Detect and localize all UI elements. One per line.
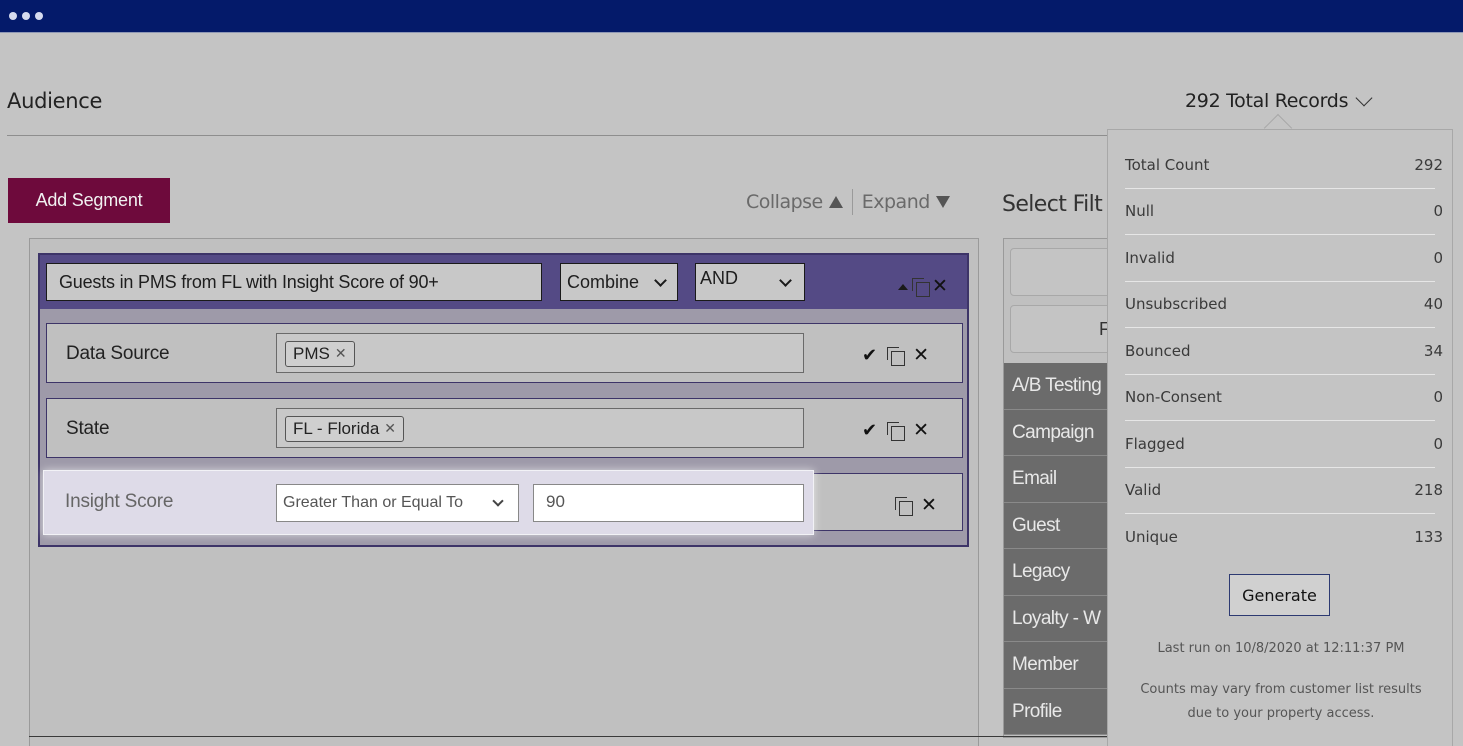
dot-icon (22, 12, 30, 20)
divider (29, 736, 1109, 737)
chevron-down-icon (492, 495, 504, 507)
filter-button[interactable] (1010, 248, 1120, 296)
count-row: Invalid 0 (1125, 235, 1443, 282)
chevron-down-icon (1355, 89, 1373, 107)
rule-state: State FL - Florida ✕ ✔ ✕ (46, 398, 963, 458)
rule-value-input[interactable]: PMS ✕ (276, 333, 804, 373)
count-row: Bounced 34 (1125, 328, 1443, 375)
rule-value-input[interactable]: FL - Florida ✕ (276, 408, 804, 448)
count-row: Non-Consent 0 (1125, 375, 1443, 421)
filter-category-item[interactable]: Member (1004, 642, 1114, 689)
rule-tools: ✔ ✕ (862, 346, 929, 366)
value-chip: PMS ✕ (285, 341, 355, 367)
close-icon[interactable]: ✕ (932, 277, 948, 296)
filter-category-list: A/B Testing Campaign Email Guest Legacy … (1004, 363, 1114, 735)
add-segment-button[interactable]: Add Segment (8, 178, 170, 223)
window-titlebar (0, 0, 1463, 33)
generate-button[interactable]: Generate (1229, 574, 1330, 616)
counts-disclaimer: Counts may vary from customer list resul… (1140, 682, 1422, 721)
rule-insight-score: Insight Score Greater Than or Equal To 9… (43, 470, 814, 535)
value-chip: FL - Florida ✕ (285, 416, 405, 442)
copy-icon[interactable] (895, 497, 913, 516)
filter-category-item[interactable]: Campaign (1004, 409, 1114, 456)
close-icon[interactable]: ✕ (913, 346, 929, 365)
filter-category-item[interactable]: Profile (1004, 688, 1114, 735)
count-row: Flagged 0 (1125, 421, 1443, 468)
rule-label: Data Source (66, 343, 170, 364)
count-row: Valid 218 (1125, 468, 1443, 514)
records-popover: Total Count 292 Null 0 Invalid 0 Unsubscrib… (1107, 129, 1453, 746)
score-value-input[interactable]: 90 (533, 484, 804, 522)
count-row: Unsubscribed 40 (1125, 282, 1443, 328)
dot-icon (35, 12, 43, 20)
check-icon[interactable]: ✔ (862, 421, 877, 440)
segment-header: Guests in PMS from FL with Insight Score… (40, 255, 967, 309)
triangle-down-icon (935, 196, 950, 208)
select-filter-heading: Select Filt (1002, 192, 1103, 217)
filter-category-item[interactable]: Legacy (1004, 549, 1114, 596)
operator-select[interactable]: AND (695, 263, 805, 301)
expand-button[interactable]: Expand (862, 191, 950, 213)
total-records-label: 292 Total Records (1185, 90, 1349, 112)
total-records-toggle[interactable]: 292 Total Records (1185, 89, 1373, 112)
count-row: Unique 133 (1125, 528, 1443, 547)
count-row: Null 0 (1125, 189, 1443, 235)
dot-icon (9, 12, 17, 20)
filter-category-item[interactable]: Loyalty - W (1004, 595, 1114, 642)
check-icon[interactable]: ✔ (862, 346, 877, 365)
remove-chip-icon[interactable]: ✕ (384, 422, 396, 436)
rule-data-source: Data Source PMS ✕ ✔ ✕ (46, 323, 963, 383)
triangle-up-icon (828, 196, 843, 208)
comparison-select[interactable]: Greater Than or Equal To (276, 484, 519, 522)
filter-button[interactable]: F (1010, 305, 1120, 353)
filter-category-item[interactable]: Email (1004, 456, 1114, 503)
page-title: Audience (7, 89, 103, 113)
close-icon[interactable]: ✕ (921, 496, 937, 515)
copy-icon[interactable] (887, 347, 906, 366)
count-row: Total Count 292 (1125, 142, 1443, 189)
window-dots[interactable] (9, 12, 43, 20)
chevron-down-icon (779, 274, 792, 287)
rule-tools: ✕ (895, 496, 937, 516)
divider (851, 189, 853, 215)
filter-category-item[interactable]: Guest (1004, 502, 1114, 549)
close-icon[interactable]: ✕ (913, 421, 929, 440)
combine-select[interactable]: Combine (560, 263, 678, 301)
divider (7, 135, 1117, 136)
copy-icon[interactable] (887, 422, 906, 441)
copy-icon[interactable] (912, 278, 930, 297)
collapse-expand-controls: Collapse Expand (746, 189, 950, 215)
segment-name-input[interactable]: Guests in PMS from FL with Insight Score… (46, 263, 542, 301)
rule-label: Insight Score (65, 491, 174, 512)
last-run-text: Last run on 10/8/2020 at 12:11:37 PM (1157, 641, 1405, 656)
remove-chip-icon[interactable]: ✕ (335, 347, 347, 361)
rule-tools: ✔ ✕ (862, 421, 929, 441)
filter-panel: F A/B Testing Campaign Email Guest Legac… (1003, 238, 1120, 738)
rule-label: State (66, 418, 110, 439)
collapse-segment-icon[interactable] (898, 283, 908, 290)
chevron-down-icon (654, 273, 667, 287)
filter-category-item[interactable]: A/B Testing (1004, 363, 1114, 410)
collapse-button[interactable]: Collapse (746, 191, 843, 213)
segment-tools: ✕ (898, 277, 948, 297)
